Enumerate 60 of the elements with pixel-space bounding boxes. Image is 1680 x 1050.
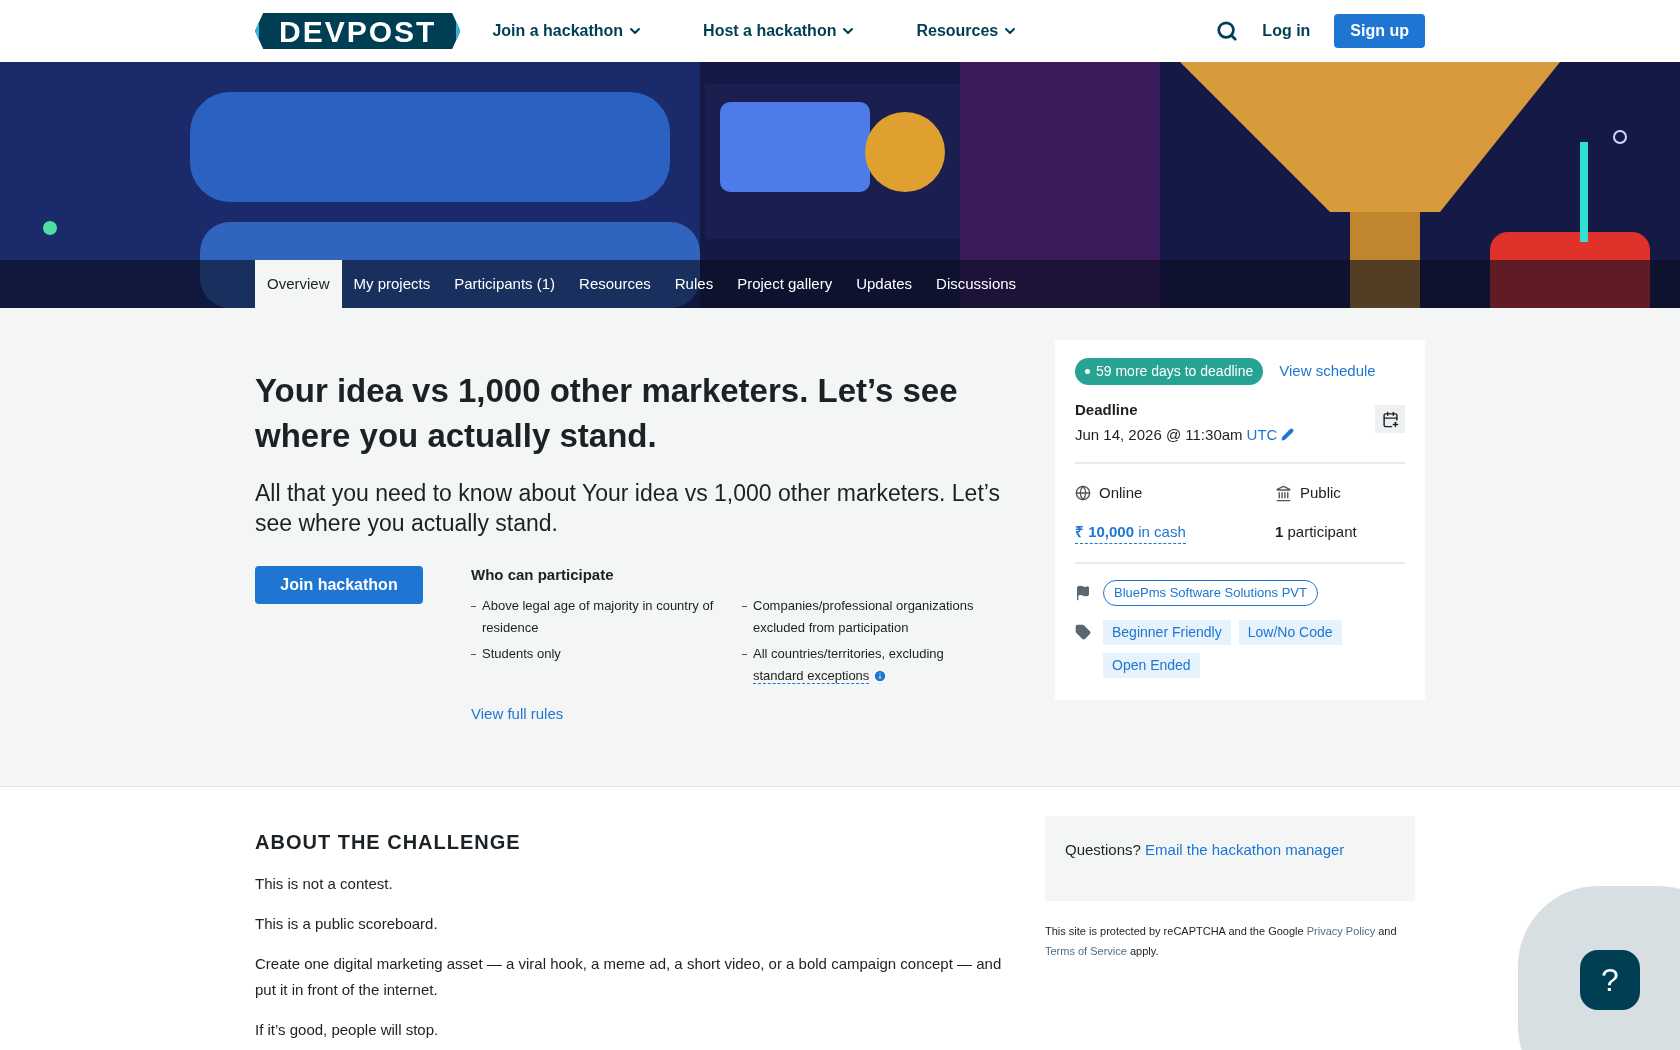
tab[interactable]: Updates	[844, 260, 925, 308]
view-schedule-link[interactable]: View schedule	[1279, 360, 1376, 383]
location-text: Online	[1099, 483, 1143, 503]
eligibility-item: Companies/professional organizations excluded from participation	[753, 596, 975, 637]
logo[interactable]: DEVPOST	[255, 13, 461, 49]
about-paragraph: This is a public scoreboard.	[255, 913, 439, 934]
tab[interactable]: Discussions	[924, 260, 1029, 308]
flag-icon	[1075, 584, 1091, 601]
add-to-calendar-button[interactable]	[1375, 405, 1405, 433]
nav-menu[interactable]: Join a hackathon	[492, 19, 644, 43]
deadline-badge: 59 more days to deadline	[1075, 358, 1264, 385]
nav-menu[interactable]: Resources	[916, 19, 1019, 43]
dash-mark	[742, 653, 747, 655]
info-icon[interactable]	[873, 669, 888, 684]
hackathon-title: Your idea vs 1,000 other marketers. Let’s see where you actually stand.	[255, 371, 959, 456]
pencil-icon[interactable]	[1281, 428, 1295, 442]
exceptions-link[interactable]: standard exceptions	[753, 667, 870, 684]
tab[interactable]: Participants (1)	[442, 260, 568, 308]
dash-mark	[742, 605, 747, 607]
eligibility-item: Students only	[482, 644, 561, 663]
theme-tag[interactable]: Low/No Code	[1238, 619, 1342, 645]
join-hackathon-button[interactable]: Join hackathon	[255, 566, 423, 604]
tab[interactable]: Overview	[255, 260, 342, 308]
section-heading: ABOUT THE CHALLENGE	[255, 829, 522, 855]
eligibility-heading: Who can participate	[471, 565, 615, 585]
theme-tag[interactable]: Open Ended	[1103, 652, 1200, 678]
tag-icon	[1075, 623, 1091, 640]
eligibility-item: All countries/territories, excluding standard exceptions	[753, 644, 945, 686]
tab[interactable]: Rules	[662, 260, 726, 308]
theme-tag[interactable]: Beginner Friendly	[1103, 619, 1231, 645]
landmark-icon	[1275, 484, 1292, 502]
tab[interactable]: Project gallery	[725, 260, 845, 308]
about-paragraph: This is not a contest.	[255, 873, 394, 894]
deadline-date: Jun 14, 2026 @ 11:30am	[1075, 424, 1243, 445]
participant-count: 1 participant	[1275, 521, 1358, 542]
about-paragraph: If it’s good, people will stop.	[255, 1019, 440, 1040]
signup-button[interactable]: Sign up	[1334, 14, 1425, 48]
globe-icon	[1075, 485, 1091, 502]
visibility-text: Public	[1300, 483, 1341, 503]
nav-menu[interactable]: Host a hackathon	[703, 19, 857, 43]
prize-link[interactable]: ₹ 10,000 in cash	[1075, 520, 1186, 544]
email-manager-link[interactable]: Email the hackathon manager	[1145, 840, 1345, 858]
questions-text: Questions?	[1065, 840, 1142, 858]
tab[interactable]: My projects	[341, 260, 443, 308]
eligibility-item: Above legal age of majority in country of residence	[482, 596, 715, 637]
recaptcha-notice: This site is protected by reCAPTCHA and the Google Privacy Policy and Terms of Service apply.	[1045, 923, 1398, 959]
timezone-link[interactable]: UTC	[1246, 423, 1278, 446]
about-paragraph: Create one digital marketing asset — a viral hook, a meme ad, a short video, or a bold campaign concept — and put it in front of the internet.	[255, 953, 1003, 1000]
hackathon-subtitle: All that you need to know about Your idea vs 1,000 other marketers. Let’s see where you actually stand.	[255, 479, 1001, 538]
terms-link[interactable]: Terms of Service	[1045, 944, 1127, 957]
tab[interactable]: Resources	[567, 260, 663, 308]
search-icon[interactable]	[1216, 20, 1239, 42]
privacy-link[interactable]: Privacy Policy	[1306, 924, 1376, 937]
login-link[interactable]: Log in	[1262, 19, 1311, 43]
help-button[interactable]: ?	[1580, 950, 1640, 1010]
dash-mark	[471, 653, 476, 655]
deadline-label: Deadline	[1075, 400, 1139, 420]
dash-mark	[471, 605, 476, 607]
view-rules-link[interactable]: View full rules	[471, 702, 564, 725]
calendar-add-icon	[1381, 410, 1399, 428]
